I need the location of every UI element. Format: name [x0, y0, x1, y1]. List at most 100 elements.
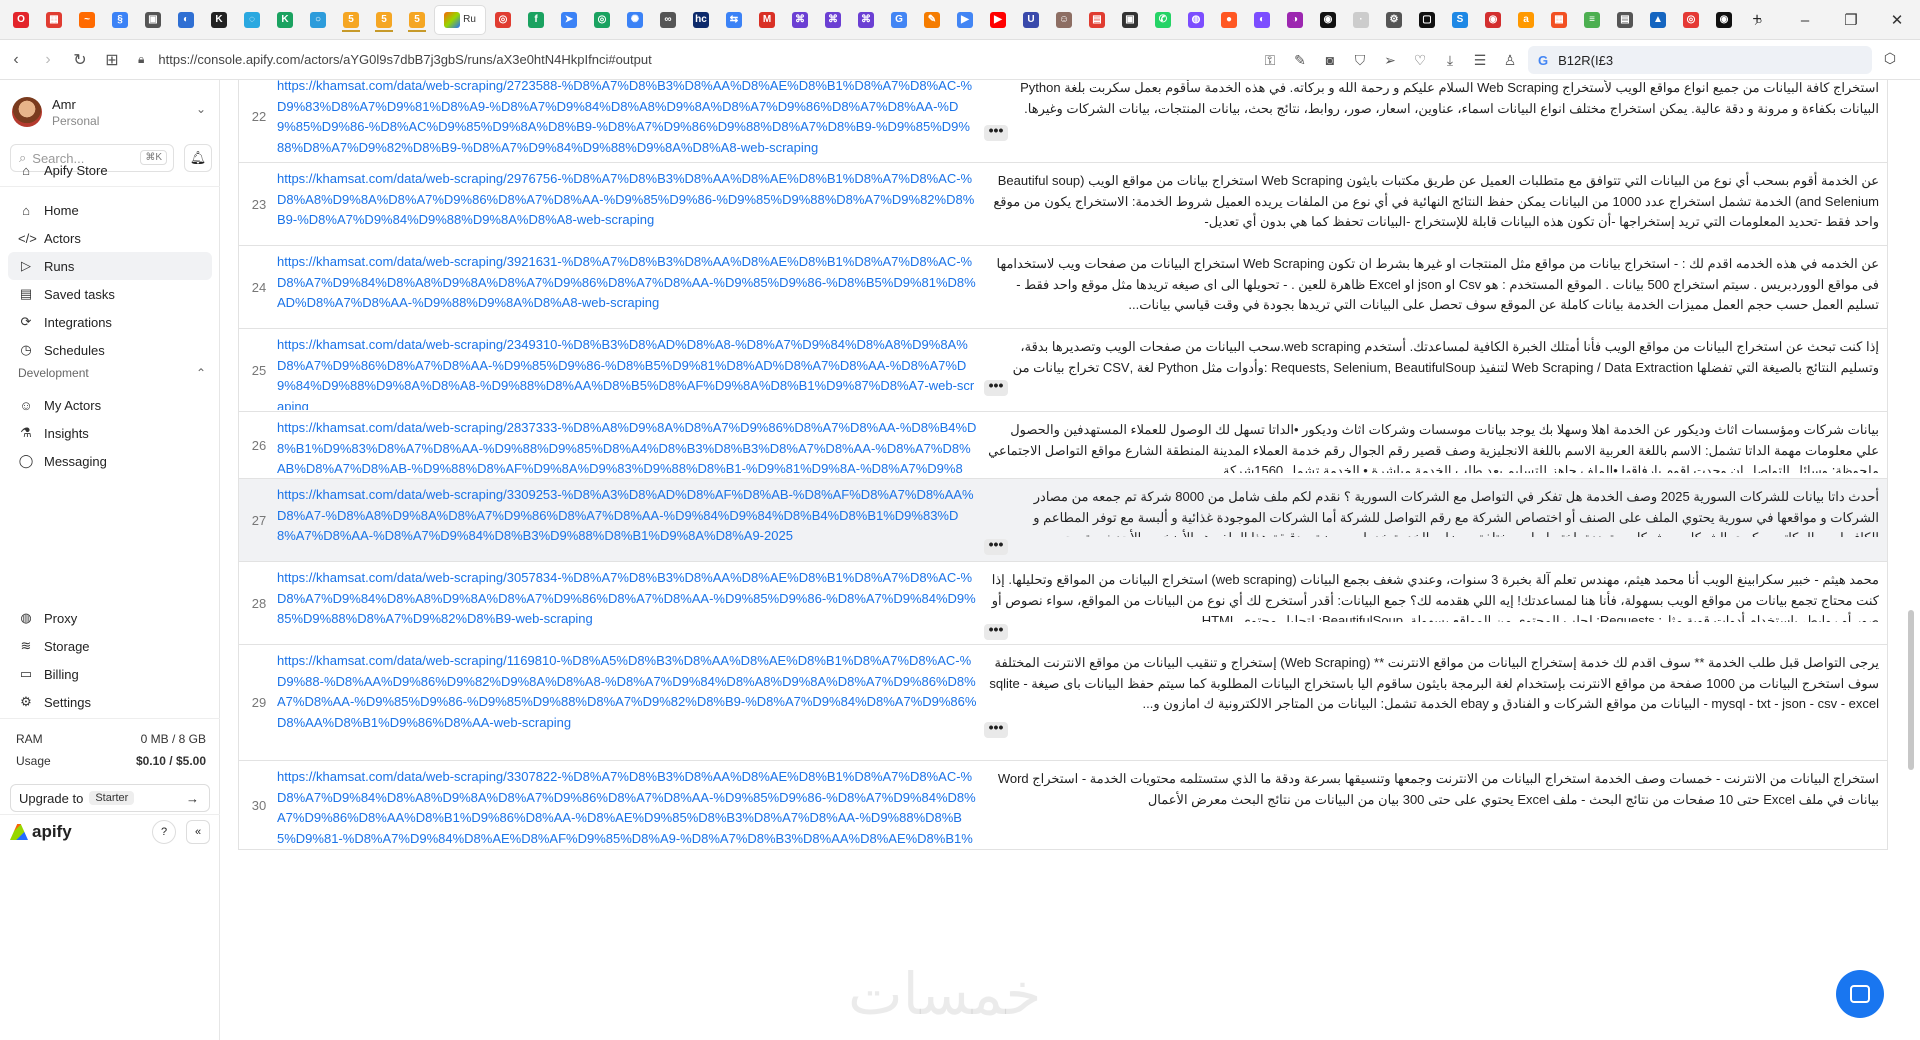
tab-17[interactable]: ➤: [554, 6, 584, 34]
table-row[interactable]: 22 https://khamsat.com/data/web-scraping/…: [238, 80, 1888, 163]
expand-more-icon[interactable]: •••: [984, 378, 1008, 396]
expand-more-icon[interactable]: •••: [984, 537, 1008, 555]
sidebar-item-storage[interactable]: ≋ Storage: [8, 632, 212, 660]
sidebar-item-home[interactable]: ⌂ Home: [8, 196, 212, 224]
shield-icon[interactable]: ⛉: [1345, 52, 1375, 69]
tab-19[interactable]: ✺: [620, 6, 650, 34]
tab-26[interactable]: ⌘: [851, 6, 881, 34]
sidebar-item-proxy[interactable]: ◍ Proxy: [8, 604, 212, 632]
tab-36[interactable]: ◍: [1181, 6, 1211, 34]
opera-tab[interactable]: O: [6, 6, 36, 34]
expand-more-icon[interactable]: •••: [984, 123, 1008, 141]
collapse-sidebar-icon[interactable]: «: [186, 820, 210, 844]
tab-24[interactable]: ⌘: [785, 6, 815, 34]
tab-18[interactable]: ◎: [587, 6, 617, 34]
scrollbar[interactable]: [1908, 610, 1914, 770]
table-row[interactable]: 24 https://khamsat.com/data/web-scraping/…: [238, 246, 1888, 329]
sidebar-item-actors[interactable]: </> Actors: [8, 224, 212, 252]
row-url-link[interactable]: https://khamsat.com/data/web-scraping/23…: [277, 335, 977, 410]
tab-44[interactable]: S: [1445, 6, 1475, 34]
tab-48[interactable]: ≡: [1577, 6, 1607, 34]
tab-51[interactable]: ◎: [1676, 6, 1706, 34]
key-icon[interactable]: ⚿: [1255, 52, 1285, 69]
tab-39[interactable]: ◑: [1280, 6, 1310, 34]
url-field[interactable]: https://console.apify.com/actors/aYG0l9s…: [158, 52, 651, 67]
tab-30[interactable]: ▶: [983, 6, 1013, 34]
close-icon[interactable]: ✕: [1874, 11, 1920, 29]
sidebar-item-insights[interactable]: ⚗ Insights: [8, 419, 212, 447]
tab-21[interactable]: hc: [686, 6, 716, 34]
table-row[interactable]: 23 https://khamsat.com/data/web-scraping/…: [238, 163, 1888, 246]
tab-31[interactable]: U: [1016, 6, 1046, 34]
tab-34[interactable]: ▣: [1115, 6, 1145, 34]
sidebar-item-store[interactable]: ⌂ Apify Store: [8, 156, 212, 184]
tab-5[interactable]: ▣: [138, 6, 168, 34]
table-row[interactable]: 26 https://khamsat.com/data/web-scraping/…: [238, 412, 1888, 479]
tab-52[interactable]: ◉: [1709, 6, 1739, 34]
tab-20[interactable]: ∞: [653, 6, 683, 34]
tab-7[interactable]: K: [204, 6, 234, 34]
tab-50[interactable]: ▲: [1643, 6, 1673, 34]
tab-22[interactable]: ⇆: [719, 6, 749, 34]
tab-29[interactable]: ▶: [950, 6, 980, 34]
tab-3[interactable]: ~: [72, 6, 102, 34]
tab-37[interactable]: ●: [1214, 6, 1244, 34]
table-row[interactable]: 28 https://khamsat.com/data/web-scraping/…: [238, 562, 1888, 645]
back-icon[interactable]: ‹: [0, 51, 32, 69]
menu-icon[interactable]: ☰: [1465, 52, 1495, 69]
tab-16[interactable]: f: [521, 6, 551, 34]
sidebar-item-runs[interactable]: ▷ Runs: [8, 252, 212, 280]
upgrade-button[interactable]: Upgrade to Starter →: [10, 784, 210, 812]
expand-more-icon[interactable]: •••: [984, 622, 1008, 640]
sidebar-item-integrations[interactable]: ⟳ Integrations: [8, 308, 212, 336]
table-row[interactable]: 27 https://khamsat.com/data/web-scraping/…: [238, 479, 1888, 562]
send-icon[interactable]: ➢: [1375, 52, 1405, 69]
reload-icon[interactable]: ↻: [64, 50, 96, 70]
tab-41[interactable]: ·: [1346, 6, 1376, 34]
table-row[interactable]: 25 https://khamsat.com/data/web-scraping/…: [238, 329, 1888, 412]
forward-icon[interactable]: ›: [32, 51, 64, 69]
tab-32[interactable]: ☺: [1049, 6, 1079, 34]
sidebar-item-settings[interactable]: ⚙ Settings: [8, 688, 212, 716]
tab-46[interactable]: a: [1511, 6, 1541, 34]
row-url-link[interactable]: https://khamsat.com/data/web-scraping/33…: [277, 767, 977, 848]
table-row[interactable]: 29 https://khamsat.com/data/web-scraping/…: [238, 645, 1888, 761]
tab-11[interactable]: 5: [336, 6, 366, 34]
tab-33[interactable]: ▤: [1082, 6, 1112, 34]
tab-2[interactable]: ▦: [39, 6, 69, 34]
row-url-link[interactable]: https://khamsat.com/data/web-scraping/11…: [277, 651, 977, 759]
heart-icon[interactable]: ♡: [1405, 52, 1435, 69]
tab-4[interactable]: §: [105, 6, 135, 34]
tab-25[interactable]: ⌘: [818, 6, 848, 34]
tab-23[interactable]: M: [752, 6, 782, 34]
tab-49[interactable]: ▤: [1610, 6, 1640, 34]
row-url-link[interactable]: https://khamsat.com/data/web-scraping/30…: [277, 568, 977, 643]
tab-15[interactable]: ◎: [488, 6, 518, 34]
tab-active-apify[interactable]: Ru: [435, 5, 485, 34]
apify-logo[interactable]: apify: [10, 822, 72, 842]
lock-icon[interactable]: 🔒︎: [138, 52, 144, 67]
tab-38[interactable]: ◐: [1247, 6, 1277, 34]
tab-47[interactable]: ▦: [1544, 6, 1574, 34]
tab-28[interactable]: ✎: [917, 6, 947, 34]
edit-icon[interactable]: ✎: [1285, 52, 1315, 69]
user-menu[interactable]: Amr Personal ⌄: [12, 94, 212, 130]
sidebar-item-my-actors[interactable]: ☺ My Actors: [8, 391, 212, 419]
expand-more-icon[interactable]: •••: [984, 720, 1008, 738]
sidebar-item-saved-tasks[interactable]: ▤ Saved tasks: [8, 280, 212, 308]
tab-12[interactable]: 5: [369, 6, 399, 34]
tab-10[interactable]: ○: [303, 6, 333, 34]
search-box[interactable]: G B12R(I£3: [1528, 46, 1872, 74]
tab-search-icon[interactable]: ⌕: [1736, 12, 1782, 29]
minimize-icon[interactable]: –: [1782, 12, 1828, 29]
tab-13[interactable]: 5: [402, 6, 432, 34]
tab-6[interactable]: ◐: [171, 6, 201, 34]
restore-icon[interactable]: ❐: [1828, 11, 1874, 29]
tab-35[interactable]: ✆: [1148, 6, 1178, 34]
sidebar-item-schedules[interactable]: ◷ Schedules: [8, 336, 212, 364]
tab-42[interactable]: ⚙: [1379, 6, 1409, 34]
row-url-link[interactable]: https://khamsat.com/data/web-scraping/29…: [277, 169, 977, 244]
help-icon[interactable]: ?: [152, 820, 176, 844]
camera-icon[interactable]: ◙: [1315, 52, 1345, 68]
tab-grid-icon[interactable]: ⊞: [96, 50, 128, 70]
